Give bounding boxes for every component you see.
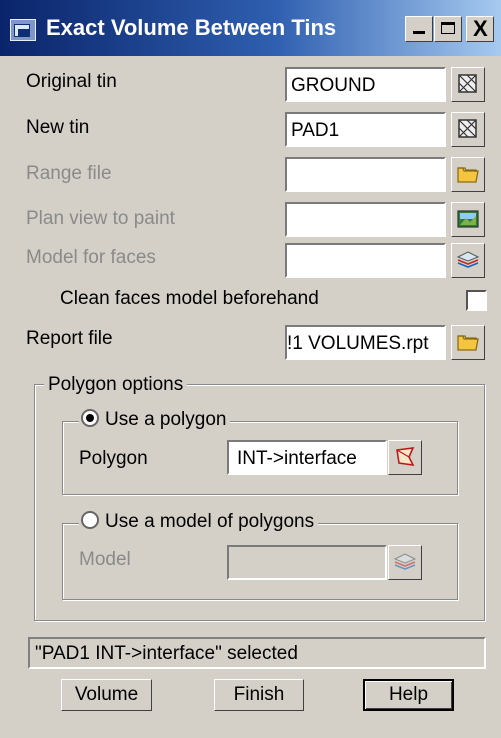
minimize-button[interactable] xyxy=(405,16,433,42)
plan-view-icon xyxy=(457,210,479,228)
new-tin-pick-button[interactable] xyxy=(451,112,485,147)
clean-faces-label: Clean faces model beforehand xyxy=(60,288,319,309)
report-file-label: Report file xyxy=(26,328,113,349)
tin-icon xyxy=(458,119,477,138)
model-pick-button[interactable] xyxy=(388,545,422,580)
title-bar[interactable]: Exact Volume Between Tins X xyxy=(0,0,501,56)
report-file-browse-button[interactable] xyxy=(451,325,485,360)
clean-faces-checkbox[interactable] xyxy=(466,290,487,311)
use-polygon-label: Use a polygon xyxy=(105,409,227,430)
window-title: Exact Volume Between Tins xyxy=(46,15,337,40)
tin-icon xyxy=(458,74,477,93)
polygon-options-title: Polygon options xyxy=(44,374,188,396)
polygon-pick-button[interactable] xyxy=(388,440,422,475)
maximize-button[interactable] xyxy=(434,16,462,42)
help-button[interactable]: Help xyxy=(363,679,454,711)
polygon-pick-icon xyxy=(396,447,415,467)
plan-view-pick-button[interactable] xyxy=(451,202,485,237)
range-file-browse-button[interactable] xyxy=(451,157,485,192)
use-model-radio[interactable] xyxy=(81,511,99,529)
use-polygon-option[interactable]: Use a polygon xyxy=(79,409,231,431)
model-label: Model xyxy=(79,549,131,570)
report-file-input[interactable]: !1 VOLUMES.rpt xyxy=(285,325,446,360)
model-input[interactable] xyxy=(227,545,387,580)
close-icon: X xyxy=(473,16,488,41)
range-file-input[interactable] xyxy=(285,157,446,192)
plan-view-input[interactable] xyxy=(285,202,446,237)
model-faces-input[interactable] xyxy=(285,243,446,278)
dialog-window: Exact Volume Between Tins X Original tin… xyxy=(0,0,501,738)
model-faces-label: Model for faces xyxy=(26,247,156,268)
use-model-label: Use a model of polygons xyxy=(105,511,315,532)
original-tin-input[interactable]: GROUND xyxy=(285,67,446,102)
use-polygon-radio[interactable] xyxy=(81,409,99,427)
close-button[interactable]: X xyxy=(466,16,494,42)
volume-button[interactable]: Volume xyxy=(61,679,152,711)
use-model-option[interactable]: Use a model of polygons xyxy=(79,511,319,533)
original-tin-label: Original tin xyxy=(26,71,117,92)
minimize-icon xyxy=(413,31,425,34)
model-layers-icon xyxy=(456,251,480,268)
new-tin-label: New tin xyxy=(26,117,90,138)
new-tin-input[interactable]: PAD1 xyxy=(285,112,446,147)
polygon-input[interactable]: INT->interface xyxy=(227,440,387,475)
plan-view-label: Plan view to paint xyxy=(26,208,175,229)
range-file-label: Range file xyxy=(26,163,112,184)
folder-icon xyxy=(457,335,479,351)
model-layers-icon xyxy=(393,553,417,570)
polygon-label: Polygon xyxy=(79,448,148,469)
app-icon xyxy=(10,19,36,41)
finish-button[interactable]: Finish xyxy=(214,679,304,711)
original-tin-pick-button[interactable] xyxy=(451,67,485,102)
model-faces-pick-button[interactable] xyxy=(451,243,485,278)
folder-icon xyxy=(457,167,479,183)
maximize-icon xyxy=(441,22,455,34)
status-message: "PAD1 INT->interface" selected xyxy=(28,637,486,669)
